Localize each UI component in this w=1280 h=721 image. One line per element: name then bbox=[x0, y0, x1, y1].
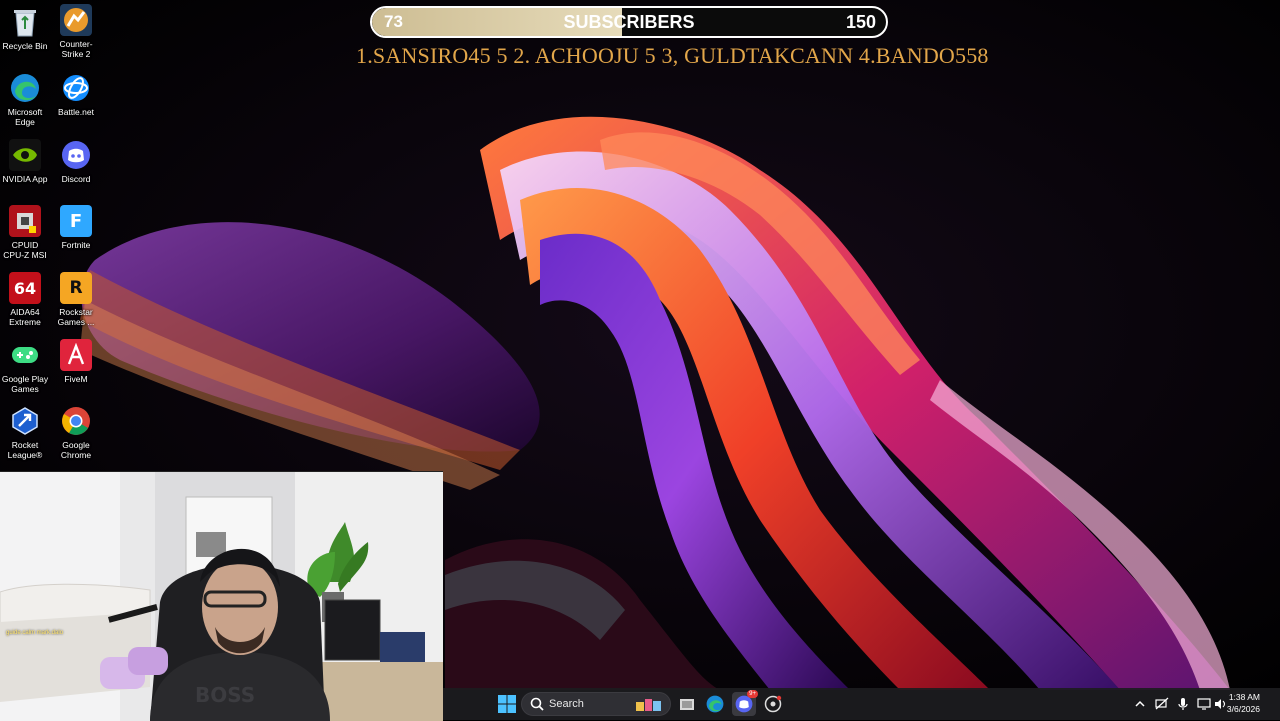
desktop-shortcut-aida64-extreme[interactable]: 64 AIDA64 Extreme bbox=[1, 272, 49, 327]
desktop-shortcut-recycle-bin[interactable]: Recycle Bin bbox=[1, 6, 49, 51]
subscriber-goal-label: SUBSCRIBERS bbox=[563, 12, 695, 32]
subscriber-goal-current: 73 bbox=[384, 12, 403, 31]
desktop-shortcut-google-chrome[interactable]: Google Chrome bbox=[52, 405, 100, 460]
desktop-icon-label: NVIDIA App bbox=[2, 174, 48, 184]
display-icon[interactable] bbox=[1197, 697, 1211, 711]
desktop-icon-label: Google Chrome bbox=[60, 440, 92, 460]
desktop-icon-label: Battle.net bbox=[58, 107, 94, 117]
rocket-league-icon bbox=[9, 405, 41, 437]
desktop-icon-label: Counter-Strike 2 bbox=[59, 39, 93, 59]
desktop-shortcut-microsoft-edge[interactable]: Microsoft Edge bbox=[1, 72, 49, 127]
microphone-icon[interactable] bbox=[1176, 697, 1190, 711]
taskbar: Search 9+ 1:38 AM 3/6/2026 bbox=[443, 688, 1280, 720]
clock-time: 1:38 AM bbox=[1228, 692, 1260, 702]
search-highlight-icon bbox=[636, 699, 661, 711]
chrome-icon bbox=[60, 405, 92, 437]
subscriber-goal-bar: SUBSCRIBERS 73 150 bbox=[370, 6, 888, 38]
desktop-shortcut-fivem[interactable]: FiveM bbox=[52, 339, 100, 384]
taskbar-discord[interactable]: 9+ bbox=[732, 690, 758, 716]
app-icon bbox=[764, 695, 782, 713]
taskbar-edge[interactable] bbox=[703, 692, 727, 716]
desktop-icon-label: Microsoft Edge bbox=[7, 107, 43, 127]
cpuz-icon bbox=[9, 205, 41, 237]
aida64-icon: 64 bbox=[9, 272, 41, 304]
desktop-icon-label: Google Play Games bbox=[1, 374, 49, 394]
webcam-feed: BOSS guide.calm mark.dalo bbox=[0, 471, 443, 721]
desktop-shortcut-google-play-games[interactable]: Google Play Games bbox=[1, 339, 49, 394]
desktop-icon-label: Recycle Bin bbox=[2, 41, 48, 51]
system-clock[interactable]: 1:38 AM 3/6/2026 bbox=[1227, 691, 1260, 715]
edge-icon bbox=[706, 695, 724, 713]
edge-icon bbox=[9, 72, 41, 104]
desktop-shortcut-cpuid-cpu-z-msi[interactable]: CPUID CPU-Z MSI bbox=[1, 205, 49, 260]
desktop-shortcut-discord[interactable]: Discord bbox=[52, 139, 100, 184]
desktop-icon-label: Discord bbox=[61, 174, 91, 184]
webcam-overlay-caption: guide.calm mark.dalo bbox=[6, 630, 64, 636]
fortnite-icon: F bbox=[60, 205, 92, 237]
svg-text:BOSS: BOSS bbox=[195, 683, 255, 707]
desktop-icon-label: FiveM bbox=[64, 374, 88, 384]
desktop-icon-label: Rockstar Games ... bbox=[57, 307, 95, 327]
discord-notification-badge: 9+ bbox=[747, 690, 758, 698]
desktop-shortcut-nvidia-app[interactable]: NVIDIA App bbox=[1, 139, 49, 184]
counter-strike-icon bbox=[60, 4, 92, 36]
network-off-icon[interactable] bbox=[1155, 697, 1169, 711]
gifter-leaderboard: 1.SANSIRO45 5 2. ACHOOJU 5 3, GULDTAKCAN… bbox=[356, 43, 989, 68]
battlenet-icon bbox=[60, 72, 92, 104]
discord-icon bbox=[60, 139, 92, 171]
file-explorer-icon bbox=[680, 699, 694, 710]
windows-icon bbox=[498, 695, 516, 713]
search-icon bbox=[530, 697, 544, 711]
taskbar-search-box[interactable]: Search bbox=[521, 692, 671, 716]
nvidia-icon bbox=[9, 139, 41, 171]
desktop-shortcut-rockstar-games[interactable]: R Rockstar Games ... bbox=[52, 272, 100, 327]
google-play-games-icon bbox=[9, 339, 41, 371]
desktop-icon-label: Fortnite bbox=[61, 240, 91, 250]
fivem-icon bbox=[60, 339, 92, 371]
clock-date: 3/6/2026 bbox=[1226, 704, 1260, 714]
taskbar-task-view[interactable] bbox=[675, 692, 699, 716]
chevron-up-icon[interactable] bbox=[1133, 697, 1147, 711]
desktop-shortcut-fortnite[interactable]: F Fortnite bbox=[52, 205, 100, 250]
desktop-shortcut-battle-net[interactable]: Battle.net bbox=[52, 72, 100, 117]
desktop-icon-label: Rocket League® bbox=[7, 440, 43, 460]
taskbar-obs[interactable] bbox=[761, 692, 785, 716]
webcam-image: BOSS bbox=[0, 472, 443, 721]
volume-icon[interactable] bbox=[1213, 697, 1227, 711]
desktop-icon-label: AIDA64 Extreme bbox=[9, 307, 41, 327]
desktop-shortcut-rocket-league[interactable]: Rocket League® bbox=[1, 405, 49, 460]
desktop-shortcut-counter-strike-2[interactable]: Counter-Strike 2 bbox=[52, 4, 100, 59]
desktop-icon-label: CPUID CPU-Z MSI bbox=[3, 240, 47, 260]
search-placeholder: Search bbox=[549, 698, 584, 710]
rockstar-icon: R bbox=[60, 272, 92, 304]
subscriber-goal-target: 150 bbox=[845, 12, 876, 32]
recycle-bin-icon bbox=[9, 6, 41, 38]
start-button[interactable] bbox=[495, 692, 519, 716]
